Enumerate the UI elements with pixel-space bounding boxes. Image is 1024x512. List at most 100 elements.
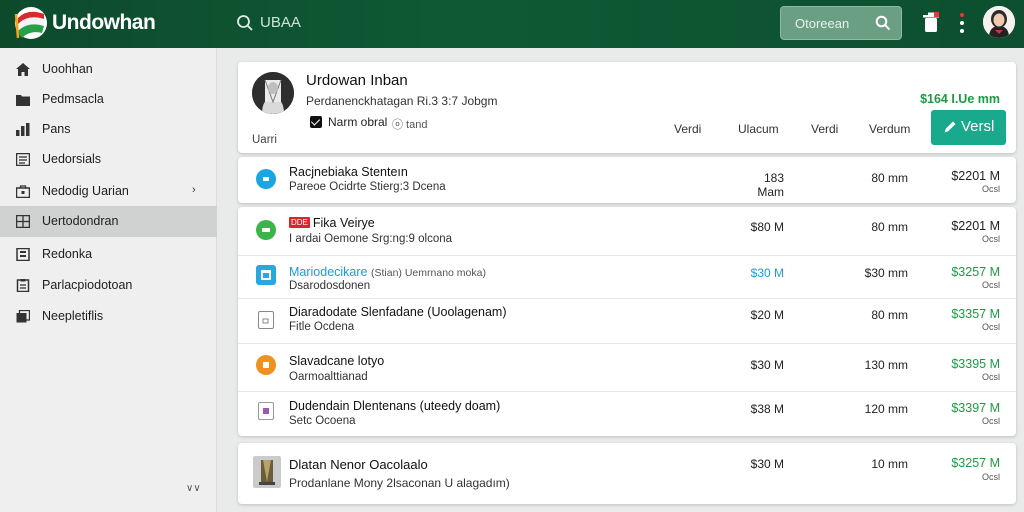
item-value: $80 M: [750, 220, 784, 234]
status-dot-icon: [256, 355, 276, 375]
list-item[interactable]: Slavadcane lotyo Oarmoalttianad $30 M 13…: [238, 344, 1016, 391]
profile-avatar[interactable]: [252, 72, 294, 114]
sidebar-item-pedmsacla[interactable]: Pedmsacla: [0, 84, 217, 115]
sidebar-item-pans[interactable]: Pans: [0, 114, 217, 145]
chevron-right-icon: ›: [192, 184, 196, 196]
item-value: $20 M: [750, 308, 784, 322]
list-item[interactable]: Dlatan Nenor Oacolaalo Prodanlane Mony 2…: [238, 443, 1016, 504]
item-price: $3397 M: [951, 401, 1000, 415]
item-value: $30 M: [750, 266, 784, 280]
sidebar: Uoohhan Pedmsacla Pans Uedorsials Nedodi…: [0, 48, 217, 512]
document-thumbnail-icon: [253, 456, 281, 488]
list-item[interactable]: Racjnebiaka Stenteın Pareoe Ocidrte Stie…: [238, 157, 1016, 203]
user-avatar[interactable]: [983, 6, 1015, 38]
list-item[interactable]: Diaradodate Slenfadane (Uoolagenam) Fitl…: [238, 299, 1016, 343]
item-price: $2201 M: [951, 169, 1000, 183]
item-size: 80 mm: [871, 220, 908, 234]
search-icon[interactable]: [236, 14, 254, 32]
search-box-label: Otoreean: [795, 16, 850, 31]
list-icon: [16, 248, 30, 261]
trash-icon[interactable]: [922, 12, 940, 34]
app-title: Undowhan: [52, 11, 156, 34]
item-title-extra: (Stian) Uemrnano moka): [371, 267, 486, 279]
item-tag: DDE: [289, 217, 310, 228]
item-subtitle: Prodanlane Mony 2lsaconan U alagadım): [289, 476, 510, 490]
item-price-sub: Ocsl: [982, 372, 1000, 382]
item-title: Dudendain Dlentenans (uteedy doam): [289, 399, 501, 413]
sidebar-item-uertodondran[interactable]: Uertodondran: [0, 206, 217, 237]
sidebar-item-label: Uoohhan: [42, 62, 93, 76]
checkbox-label: Narm obral: [328, 115, 388, 129]
status-dot-icon: [256, 220, 276, 240]
item-title-text: Mariodecikare: [289, 265, 368, 279]
file-icon: [258, 402, 274, 420]
status-dot-icon: [256, 169, 276, 189]
sidebar-item-label: Parlacpiodotoan: [42, 278, 133, 292]
item-price-sub: Ocsl: [982, 416, 1000, 426]
item-price: $3395 M: [951, 357, 1000, 371]
price-header: $164 I.Ue mm: [920, 92, 1000, 106]
item-price: $2201 M: [951, 219, 1000, 233]
profile-role: Uarri: [252, 134, 277, 146]
flag-logo-icon[interactable]: [14, 6, 48, 40]
item-price: $3357 M: [951, 307, 1000, 321]
sidebar-item-nedodig-uarian[interactable]: Nedodig Uarian ›: [0, 176, 217, 207]
profile-portrait-icon: [252, 72, 294, 114]
item-title: DDE Fika Veirye: [289, 216, 375, 230]
item-price-sub: Ocsl: [982, 280, 1000, 290]
more-vertical-icon[interactable]: [958, 12, 966, 34]
pencil-icon: [944, 121, 956, 133]
sidebar-item-label: Pedmsacla: [42, 92, 104, 106]
column-header[interactable]: Verdi: [811, 122, 838, 136]
sidebar-item-uedorsials[interactable]: Uedorsials: [0, 144, 217, 175]
item-subtitle: Pareoe Ocidrte Stierg:3 Dcena: [289, 181, 446, 193]
profile-name: Urdowan Inban: [306, 72, 408, 89]
list-item-card[interactable]: Racjnebiaka Stenteın Pareoe Ocidrte Stie…: [238, 157, 1016, 203]
sidebar-item-neepletiflis[interactable]: Neepletiflis: [0, 301, 217, 332]
item-subtitle: Oarmoalttianad: [289, 371, 368, 383]
home-icon: [16, 63, 30, 76]
sidebar-item-label: Pans: [42, 122, 71, 136]
collapse-chevron-icon[interactable]: ∨∨: [186, 483, 201, 494]
item-price-sub: Ocsl: [982, 472, 1000, 482]
profile-checkbox[interactable]: [310, 116, 322, 128]
list-item[interactable]: DDE Fika Veirye I ardai Oemone Srg:ng:9 o…: [238, 207, 1016, 255]
sidebar-item-label: Neepletiflis: [42, 309, 104, 323]
item-title-text: Fika Veirye: [312, 216, 375, 230]
column-header[interactable]: Verdum: [869, 122, 910, 136]
item-title: Slavadcane lotyo: [289, 354, 385, 368]
search-icon: [875, 15, 891, 31]
item-title[interactable]: Mariodecikare (Stian) Uemrnano moka): [289, 265, 486, 279]
sidebar-item-label: Nedodig Uarian: [42, 184, 129, 198]
item-size: 10 mm: [871, 457, 908, 471]
view-button[interactable]: Versl: [931, 110, 1006, 145]
item-price: $3257 M: [951, 265, 1000, 279]
search-query-text[interactable]: UBAA: [260, 14, 301, 31]
sidebar-item-label: Uedorsials: [42, 152, 102, 166]
folder-icon: [16, 95, 30, 106]
list-item-card[interactable]: Dlatan Nenor Oacolaalo Prodanlane Mony 2…: [238, 443, 1016, 504]
sidebar-item-uoohhan[interactable]: Uoohhan: [0, 54, 217, 85]
item-title: Racjnebiaka Stenteın: [289, 165, 408, 179]
item-subtitle: Dsarodosdonen: [289, 280, 371, 292]
document-icon: [16, 153, 30, 166]
item-value: $38 M: [750, 402, 784, 416]
stack-icon: [16, 310, 30, 323]
chart-icon: [16, 123, 30, 136]
item-value: $30 M: [750, 457, 784, 471]
column-header[interactable]: Verdi: [674, 122, 701, 136]
search-box-button[interactable]: Otoreean: [780, 6, 902, 40]
clipboard-icon: [16, 279, 30, 292]
sidebar-item-redonka[interactable]: Redonka: [0, 239, 217, 270]
item-value: 183 Mam: [757, 171, 784, 199]
item-size: 130 mm: [864, 358, 908, 372]
list-item[interactable]: Dudendain Dlentenans (uteedy doam) Setc …: [238, 392, 1016, 436]
grid-icon: [16, 215, 30, 228]
list-item[interactable]: Mariodecikare (Stian) Uemrnano moka) Dsa…: [238, 256, 1016, 298]
item-title: Dlatan Nenor Oacolaalo: [289, 457, 428, 472]
sidebar-item-parlacpiodotoan[interactable]: Parlacpiodotoan: [0, 270, 217, 301]
item-size: 80 mm: [871, 308, 908, 322]
column-header[interactable]: Ulacum: [738, 122, 779, 136]
checkbox-hint: ⓞ tand: [392, 119, 428, 131]
app-tile-icon: [256, 265, 276, 285]
